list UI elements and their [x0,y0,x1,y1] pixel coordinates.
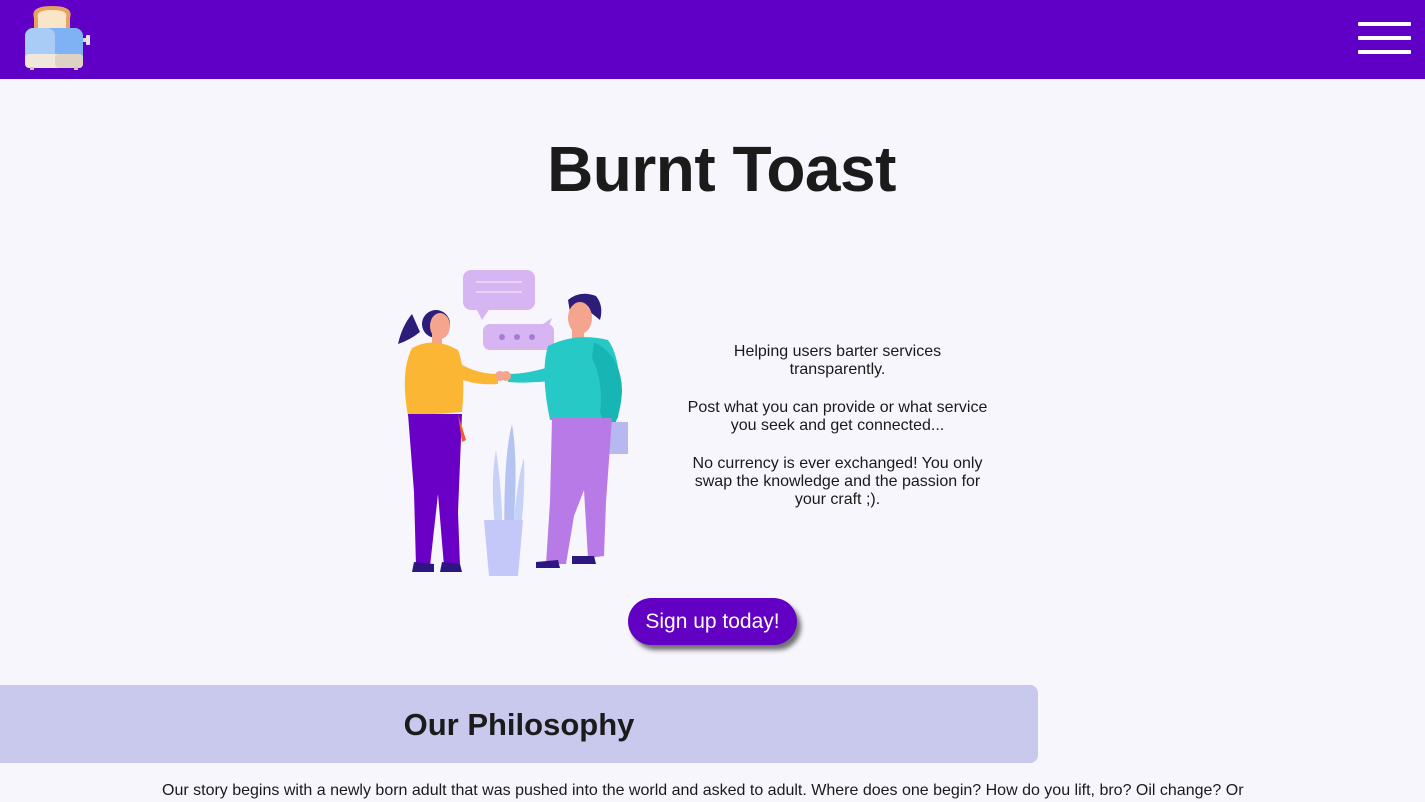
philosophy-text: Our story begins with a newly born adult… [162,782,1244,799]
philosophy-banner: Our Philosophy [0,685,1038,763]
tagline-block: Helping users barter services transparen… [680,343,995,529]
hamburger-menu-icon[interactable] [1358,22,1411,56]
tagline-text: Helping users barter services transparen… [733,343,942,378]
top-navbar [0,0,1425,79]
menu-bar [1358,22,1411,26]
signup-button[interactable]: Sign up today! [628,598,797,645]
page-title: Burnt Toast [547,133,896,205]
tagline-text: Post what you can provide or what servic… [687,399,988,434]
toaster-logo-icon[interactable] [22,4,92,72]
menu-bar [1358,50,1411,54]
tagline-text: No currency is ever exchanged! You only … [692,455,983,508]
handshake-illustration [390,262,640,582]
section-title: Our Philosophy [403,707,635,742]
menu-bar [1358,36,1411,40]
